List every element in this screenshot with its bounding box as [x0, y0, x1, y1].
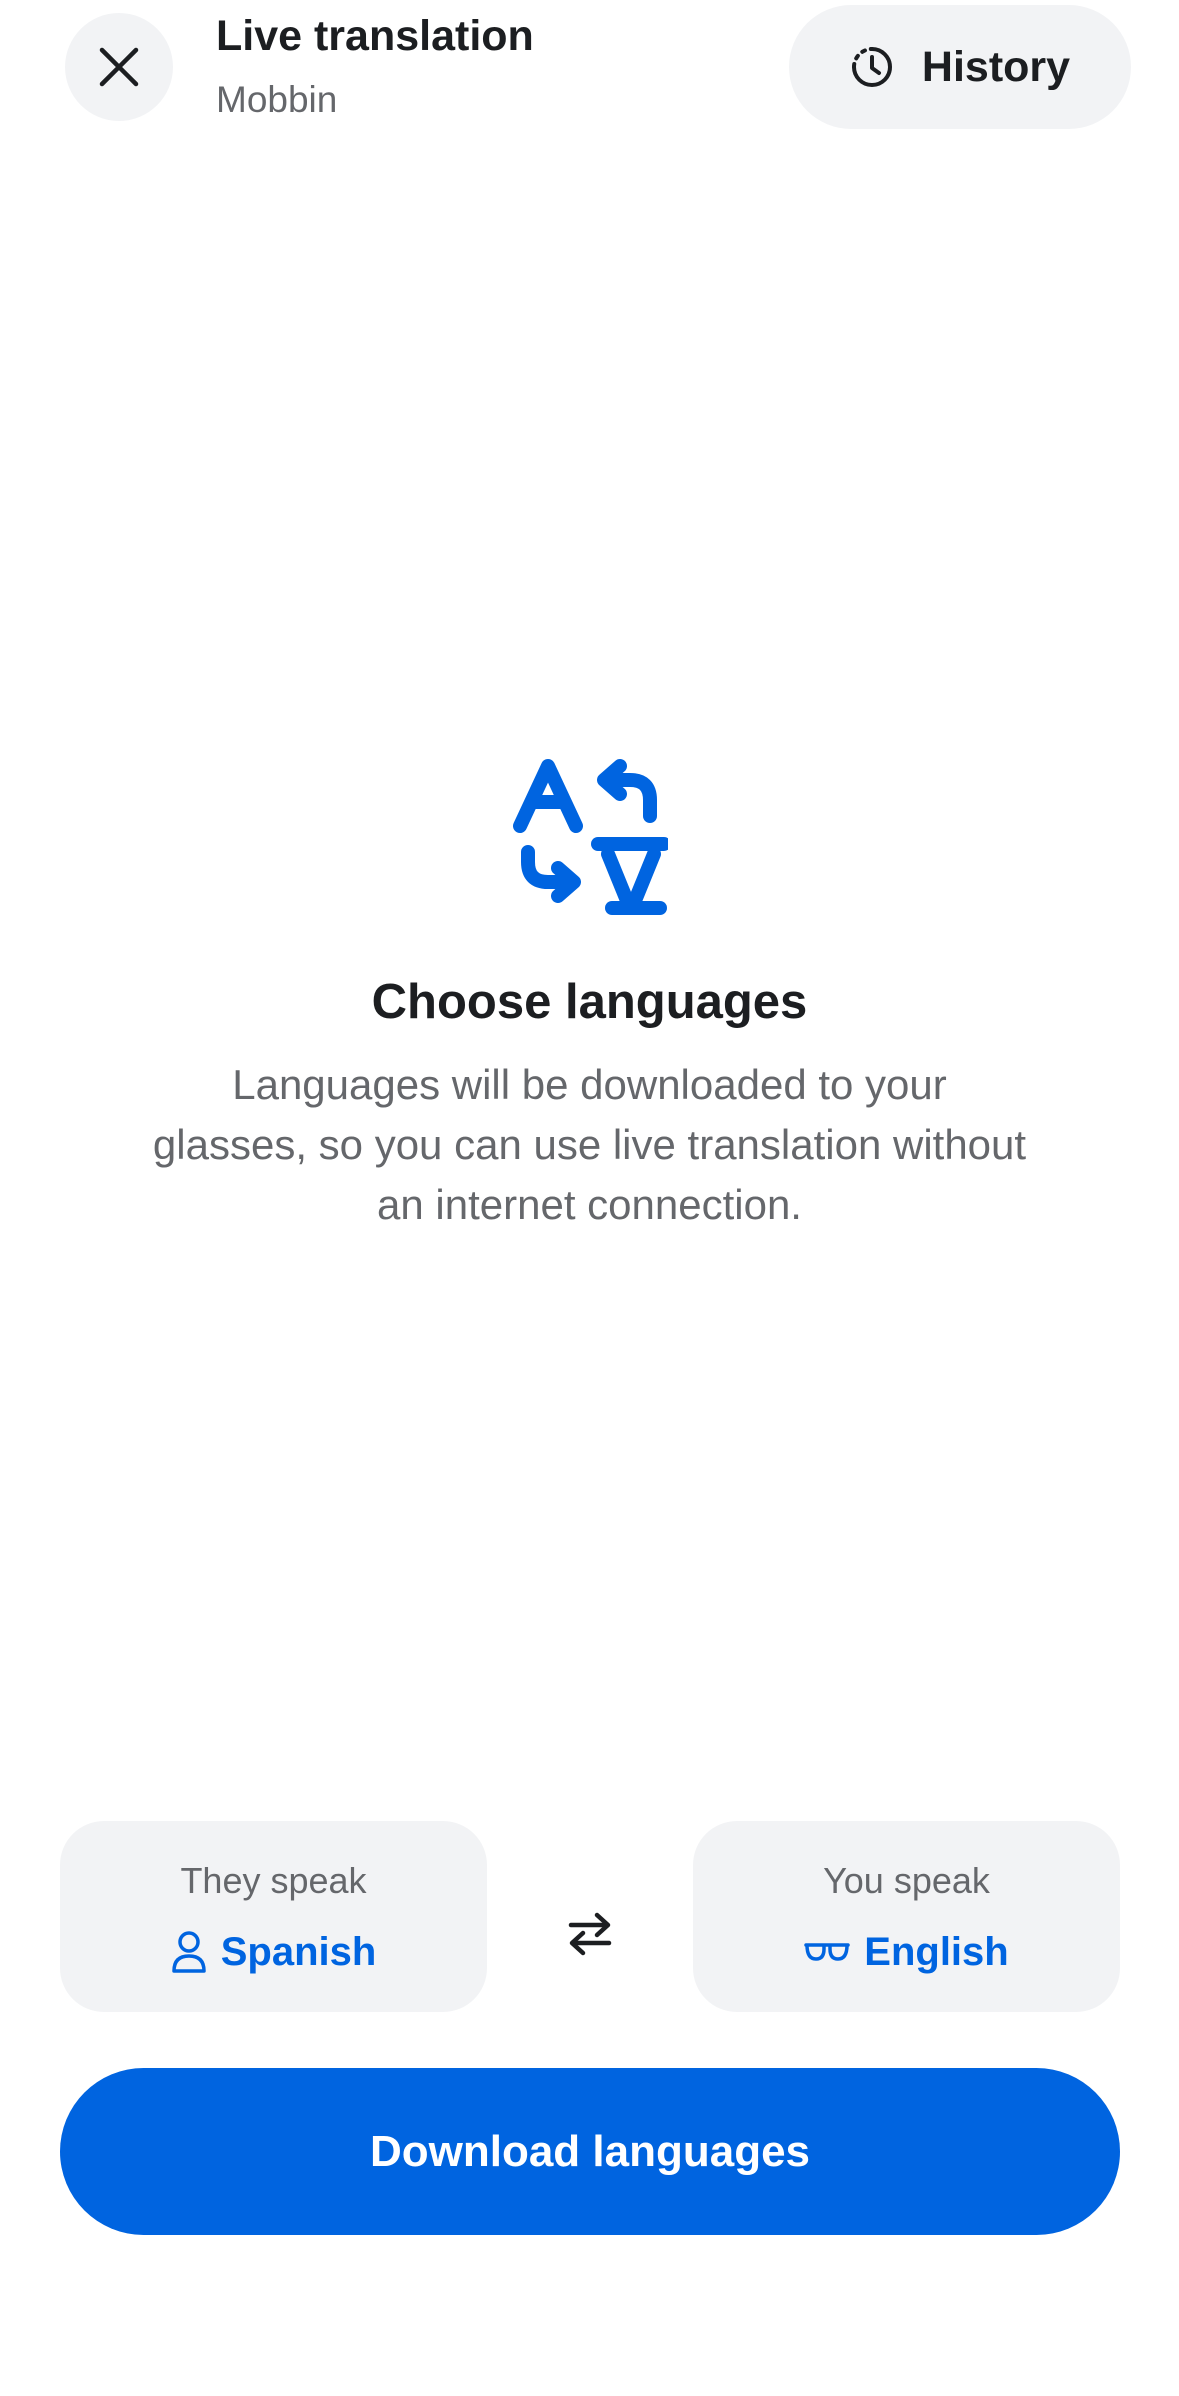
description-text: Languages will be downloaded to your gla…	[152, 1061, 1027, 1228]
you-speak-language: English	[864, 1930, 1009, 1974]
they-speak-language: Spanish	[220, 1930, 377, 1974]
download-languages-button[interactable]: Download languages	[60, 2068, 1120, 2235]
choose-languages-heading: Choose languages	[371, 975, 808, 1029]
you-speak-value: English	[693, 1927, 1120, 1977]
person-icon	[171, 1931, 206, 1973]
history-label: History	[921, 42, 1071, 91]
history-icon	[851, 47, 892, 87]
download-languages-label: Download languages	[369, 2126, 811, 2176]
page-title: Live translation	[216, 12, 534, 60]
live-translation-screen: Live translation Mobbin History Choose l…	[0, 0, 1179, 2396]
they-speak-caption: They speak	[180, 1860, 367, 1901]
swap-languages-button[interactable]	[550, 1894, 630, 1974]
page-subtitle: Mobbin	[216, 79, 338, 120]
swap-icon	[568, 1912, 612, 1956]
glasses-icon	[804, 1943, 851, 1961]
header-text: Live translation Mobbin	[216, 10, 534, 122]
close-icon	[99, 47, 139, 87]
history-button[interactable]: History	[789, 5, 1131, 129]
they-speak-value: Spanish	[60, 1927, 487, 1977]
you-speak-selector[interactable]: You speak English	[693, 1821, 1120, 2012]
close-button[interactable]	[65, 13, 173, 121]
you-speak-caption: You speak	[823, 1860, 990, 1901]
translate-icon	[513, 759, 668, 915]
they-speak-selector[interactable]: They speak Spanish	[60, 1821, 487, 2012]
